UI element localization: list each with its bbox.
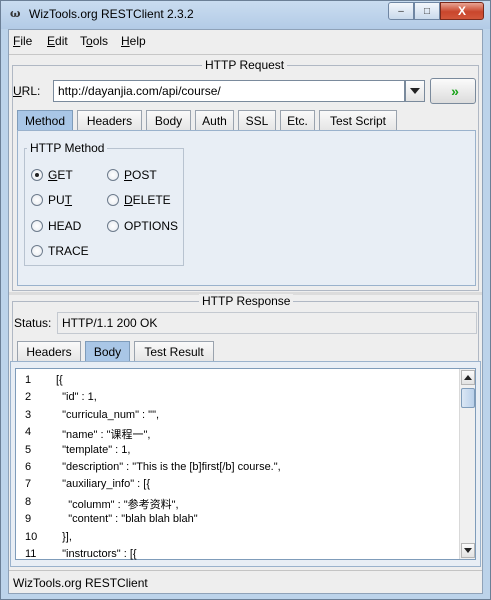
- line-number: 11: [25, 548, 37, 560]
- window-controls: – □ X: [388, 2, 484, 20]
- tab-body[interactable]: Body: [146, 110, 191, 130]
- code-text: "instructors" : [{: [56, 548, 137, 560]
- tab-response-body[interactable]: Body: [85, 341, 130, 361]
- code-text: "id" : 1,: [56, 391, 97, 404]
- line-number: 4: [25, 426, 32, 439]
- vertical-scrollbar[interactable]: [459, 369, 475, 559]
- scroll-up-button[interactable]: [461, 370, 475, 385]
- radio-put-indicator: [31, 194, 43, 206]
- radio-trace[interactable]: TRACE: [31, 244, 89, 258]
- radio-head[interactable]: HEAD: [31, 219, 81, 233]
- response-body-editor[interactable]: 1 [{ 2 "id" : 1, 3 "curricula_num" : "", 4 "…: [15, 368, 476, 560]
- code-text: [{: [56, 374, 63, 386]
- method-tab-panel: HTTP Method G ET P OST PU T D ELETE HEAD OPT…: [17, 130, 476, 286]
- close-button[interactable]: X: [440, 2, 484, 20]
- close-icon: X: [457, 4, 466, 18]
- tab-test-result[interactable]: Test Result: [134, 341, 214, 361]
- line-number: 6: [25, 461, 32, 473]
- app-icon: ω: [10, 7, 21, 20]
- line-number: 9: [25, 513, 32, 526]
- title-bar[interactable]: ω WizTools.org RESTClient 2.3.2 – □ X: [1, 1, 490, 29]
- code-text: "template" : 1,: [56, 443, 131, 456]
- radio-trace-indicator: [31, 245, 43, 257]
- arrow-up-icon: [464, 375, 472, 380]
- line-number: 8: [25, 495, 32, 508]
- menu-tools[interactable]: Tools: [80, 34, 108, 48]
- url-label: URL:: [13, 84, 41, 98]
- line-number: 7: [25, 478, 32, 491]
- line-number: 10: [25, 530, 38, 543]
- menu-file[interactable]: File: [13, 34, 32, 48]
- menu-separator: [9, 54, 482, 55]
- maximize-icon: □: [423, 5, 431, 17]
- http-response-title: HTTP Response: [199, 294, 294, 308]
- line-number: 3: [25, 408, 32, 421]
- tab-auth[interactable]: Auth: [195, 110, 234, 130]
- radio-options-indicator: [107, 220, 119, 232]
- menu-edit[interactable]: Edit: [47, 34, 68, 48]
- line-number: 2: [25, 391, 32, 404]
- status-bar-text: WizTools.org RESTClient: [13, 576, 148, 590]
- menu-help[interactable]: Help: [121, 34, 146, 48]
- client-area: File Edit Tools Help HTTP Request URL: h…: [8, 29, 483, 594]
- radio-get-indicator: [31, 169, 43, 181]
- code-text: "columm" : "参考资料",: [56, 498, 179, 511]
- arrow-down-icon: [464, 548, 472, 553]
- tab-etc[interactable]: Etc.: [280, 110, 315, 130]
- code-text: "curricula_num" : "",: [56, 408, 160, 421]
- tab-test-script[interactable]: Test Script: [319, 110, 397, 130]
- status-field: HTTP/1.1 200 OK: [57, 312, 477, 334]
- radio-delete-indicator: [107, 194, 119, 206]
- window-title: WizTools.org RESTClient 2.3.2: [29, 7, 194, 21]
- url-input[interactable]: http://dayanjia.com/api/course/: [53, 80, 405, 102]
- code-text: "content" : "blah blah blah": [56, 513, 198, 526]
- code-text: "name" : "课程一",: [56, 429, 151, 442]
- menu-bar: File Edit Tools Help: [9, 30, 482, 54]
- send-request-button[interactable]: »: [430, 78, 476, 104]
- app-window: ω WizTools.org RESTClient 2.3.2 – □ X Fi…: [0, 0, 491, 600]
- line-number: 1: [25, 374, 32, 386]
- line-number: 5: [25, 443, 32, 456]
- go-arrows-icon: »: [451, 83, 459, 99]
- radio-options[interactable]: OPTIONS: [107, 219, 178, 233]
- maximize-button[interactable]: □: [414, 2, 440, 20]
- tab-method[interactable]: Method: [17, 110, 73, 130]
- code-text: "auxiliary_info" : [{: [56, 478, 151, 491]
- radio-head-indicator: [31, 220, 43, 232]
- tab-ssl[interactable]: SSL: [238, 110, 276, 130]
- http-method-title: HTTP Method: [27, 141, 108, 155]
- scrollbar-thumb[interactable]: [461, 388, 475, 408]
- tab-response-headers[interactable]: Headers: [17, 341, 81, 361]
- radio-post[interactable]: P OST: [107, 168, 157, 182]
- status-label: Status:: [14, 316, 52, 330]
- tab-headers[interactable]: Headers: [77, 110, 142, 130]
- chevron-down-icon: [410, 88, 420, 94]
- url-history-dropdown[interactable]: [405, 80, 425, 102]
- minimize-icon: –: [398, 5, 404, 17]
- radio-put[interactable]: PU T: [31, 193, 72, 207]
- code-text: }],: [56, 530, 72, 543]
- status-bar: WizTools.org RESTClient: [9, 570, 482, 593]
- minimize-button[interactable]: –: [388, 2, 414, 20]
- radio-delete[interactable]: D ELETE: [107, 193, 171, 207]
- code-text: "description" : "This is the [b]first[/b…: [56, 461, 281, 473]
- scroll-down-button[interactable]: [461, 543, 475, 558]
- http-request-title: HTTP Request: [202, 58, 288, 72]
- radio-post-indicator: [107, 169, 119, 181]
- radio-get[interactable]: G ET: [31, 168, 73, 182]
